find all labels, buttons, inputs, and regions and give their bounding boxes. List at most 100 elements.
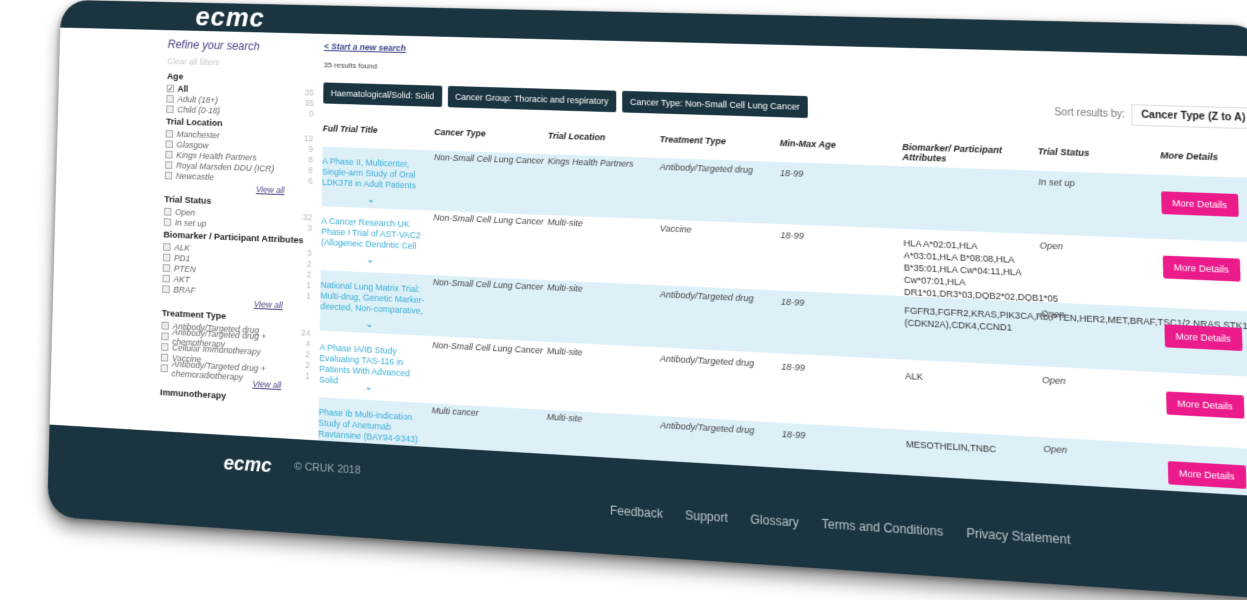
site-logo[interactable]: ecmc [195, 3, 265, 33]
trial-status-cell: In set up [1038, 177, 1075, 188]
biomarker-cell: MESOTHELIN,TNBC [906, 438, 1033, 458]
trial-status-cell: Open [1041, 308, 1065, 319]
filter-option-count: 3 [307, 248, 312, 258]
filter-checkbox[interactable]: ✓ [167, 84, 174, 92]
filter-checkbox[interactable] [163, 253, 170, 261]
filter-option-label: BRAF [173, 284, 195, 295]
filter-option-label: In set up [175, 217, 207, 228]
filter-checkbox[interactable] [165, 150, 172, 158]
filter-checkbox[interactable] [161, 321, 169, 329]
chevron-down-icon[interactable]: ⌄ [365, 382, 373, 393]
more-details-button[interactable]: More Details [1164, 324, 1242, 351]
chevron-down-icon[interactable]: ⌄ [367, 194, 375, 205]
filter-chip-cancer-group[interactable]: Cancer Group: Thoracic and respiratory [447, 86, 616, 112]
filter-option-count: 1 [305, 370, 310, 380]
filter-option-count: 8 [308, 154, 313, 164]
more-details-button[interactable]: More Details [1166, 391, 1244, 418]
trial-location-cell: Multi-site [547, 282, 582, 294]
filter-option-count: 2 [306, 269, 311, 279]
treatment-type-cell: Antibody/Targeted drug [660, 420, 754, 435]
age-range-cell: 18-99 [782, 429, 806, 441]
trial-location-cell: Multi-site [547, 217, 582, 228]
trial-title-link[interactable]: A Phase II, Multicenter, Single-arm Stud… [322, 156, 426, 192]
filter-checkbox[interactable] [164, 207, 171, 215]
cancer-type-cell: Multi cancer [432, 405, 479, 418]
filter-checkbox[interactable] [163, 243, 170, 251]
trial-location-cell: Multi-site [547, 346, 582, 358]
more-details-button[interactable]: More Details [1161, 191, 1238, 217]
filter-checkbox[interactable] [166, 105, 173, 113]
sort-value: Cancer Type (Z to A) [1141, 110, 1246, 124]
filter-checkbox[interactable] [166, 129, 173, 137]
chevron-down-icon[interactable]: ⌄ [365, 319, 373, 330]
age-range-cell: 18-99 [780, 230, 803, 241]
filter-option-count: 9 [308, 144, 313, 154]
trial-title-link[interactable]: A Cancer Research UK Phase I Trial of AS… [321, 216, 426, 252]
screenshot-stage: ecmc Refine your search Clear all filter… [0, 0, 1247, 570]
trial-status-cell: Open [1039, 240, 1063, 251]
results-panel: < Start a new search 35 results found Ha… [318, 41, 1247, 516]
filter-option-label: ALK [174, 242, 190, 252]
filter-chip-cancer-type[interactable]: Cancer Type: Non-Small Cell Lung Cancer [622, 91, 808, 118]
footer-link-terms[interactable]: Terms and Conditions [822, 517, 944, 539]
filter-option-count: 12 [304, 133, 313, 143]
clear-filters-link[interactable]: Clear all filters [167, 56, 314, 69]
filter-checkbox[interactable] [163, 264, 170, 272]
cancer-type-cell: Non-Small Cell Lung Cancer [433, 277, 544, 292]
footer-link-support[interactable]: Support [685, 508, 728, 525]
footer-link-glossary[interactable]: Glossary [750, 512, 799, 530]
footer-logo: ecmc [223, 453, 271, 479]
age-range-cell: 18-99 [781, 297, 805, 308]
trial-location-cell: Multi-site [547, 412, 583, 424]
footer-link-privacy[interactable]: Privacy Statement [966, 526, 1070, 547]
browser-page: ecmc Refine your search Clear all filter… [47, 0, 1247, 600]
filter-option-count: 35 [305, 87, 314, 97]
filter-option-count: 6 [308, 175, 313, 185]
filter-option-count: 3 [307, 223, 312, 233]
cancer-type-cell: Non-Small Cell Lung Cancer [433, 213, 543, 227]
filter-checkbox[interactable] [161, 332, 169, 340]
chevron-down-icon[interactable]: ⌄ [366, 255, 374, 266]
filter-option-count: 1 [306, 280, 311, 290]
sort-label: Sort results by: [1054, 107, 1125, 120]
filter-option-label: Glasgow [176, 139, 208, 150]
filter-option-count: 4 [305, 338, 310, 348]
filter-checkbox[interactable] [165, 171, 172, 179]
filter-option-label: Newcastle [176, 171, 214, 182]
cancer-type-cell: Non-Small Cell Lung Cancer [434, 152, 544, 166]
treatment-type-cell: Antibody/Targeted drug [660, 289, 754, 303]
treatment-type-cell: Antibody/Targeted drug [660, 162, 753, 175]
filter-option-label: AKT [173, 274, 189, 284]
filter-chip-solid[interactable]: Haematological/Solid: Solid [323, 82, 442, 107]
footer-links: Feedback Support Glossary Terms and Cond… [610, 503, 1071, 547]
biomarker-cell [903, 174, 1028, 178]
filter-checkbox[interactable] [164, 218, 171, 226]
col-location: Trial Location [548, 131, 605, 143]
filter-option-count: 1 [306, 290, 311, 300]
filter-checkbox[interactable] [162, 285, 170, 293]
filter-option-count: 8 [308, 165, 313, 175]
filter-checkbox[interactable] [161, 364, 169, 372]
filter-option-label: PD1 [174, 253, 190, 263]
trial-title-link[interactable]: National Lung Matrix Trial: Multi-drug, … [320, 280, 425, 317]
filter-checkbox[interactable] [166, 95, 173, 103]
filter-checkbox[interactable] [161, 342, 169, 350]
filter-checkbox[interactable] [165, 140, 172, 148]
sort-select[interactable]: Cancer Type (Z to A) ⌄ [1131, 104, 1247, 130]
age-range-cell: 18-99 [781, 362, 805, 373]
more-details-button[interactable]: More Details [1168, 461, 1246, 489]
filter-checkbox[interactable] [165, 161, 172, 169]
filter-option[interactable]: Antibody/Targeted drug + chemoradiothera… [160, 362, 309, 381]
trial-location-cell: Kings Health Partners [548, 156, 634, 169]
col-biomarker: Biomarker/ Participant Attributes [902, 142, 1017, 166]
more-details-button[interactable]: More Details [1163, 256, 1240, 282]
filter-option-label: Open [175, 207, 195, 217]
refine-search-title: Refine your search [168, 38, 315, 55]
footer-link-feedback[interactable]: Feedback [610, 503, 663, 521]
filter-checkbox[interactable] [161, 353, 169, 361]
filter-option-count: 2 [305, 349, 310, 359]
col-age: Min-Max Age [780, 138, 836, 150]
filter-checkbox[interactable] [162, 274, 170, 282]
trial-status-cell: Open [1042, 375, 1066, 387]
filter-option-label: Adult (18+) [177, 94, 218, 105]
